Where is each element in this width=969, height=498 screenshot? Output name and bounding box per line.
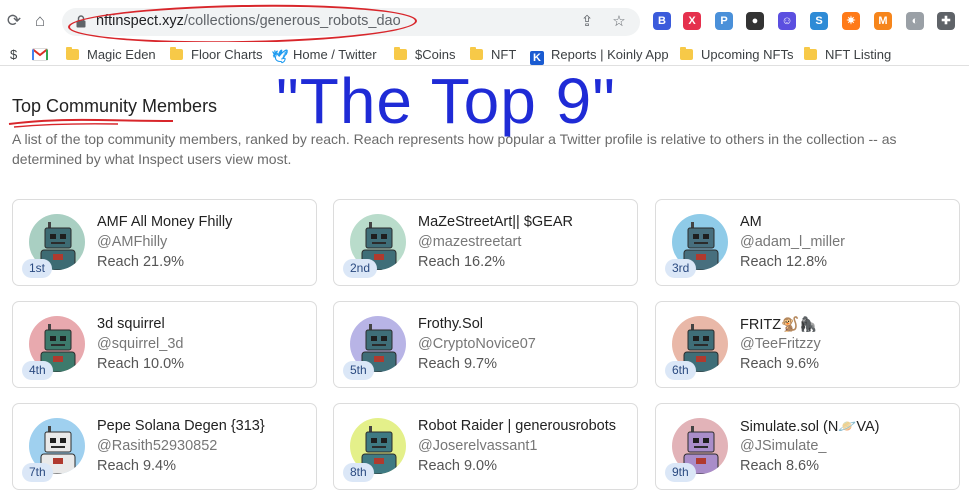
extensions-puzzle-icon[interactable]: ✚ <box>937 12 955 30</box>
dark-circle-extension-icon[interactable]: ● <box>746 12 764 30</box>
bookmark-label: $Coins <box>415 47 456 62</box>
member-card[interactable]: 6th FRITZ🐒🦍 @TeeFritzzy Reach 9.6% <box>655 301 960 388</box>
bookmark-twitter[interactable]: 🕊 Home / Twitter <box>272 46 377 64</box>
member-name[interactable]: Simulate.sol (N🪐VA) <box>740 418 879 435</box>
member-reach: Reach 8.6% <box>740 458 819 474</box>
member-reach: Reach 12.8% <box>740 254 828 270</box>
member-name[interactable]: Robot Raider | generousrobots <box>418 418 616 434</box>
folder-icon <box>394 47 407 60</box>
member-card[interactable]: 1st AMF All Money Fhilly @AMFhilly Reach 21… <box>12 199 317 286</box>
home-icon[interactable]: ⌂ <box>30 11 50 31</box>
bookmark-label: NFT <box>491 47 517 62</box>
page-description: A list of the top community members, ran… <box>12 131 897 167</box>
toggle-extension-icon[interactable]: ◐ <box>906 12 924 30</box>
rank-badge: 3rd <box>665 259 697 278</box>
member-card[interactable]: 7th Pepe Solana Degen {313} @Rasith5293085… <box>12 403 317 490</box>
browser-toolbar: ⟳ ⌂ nftinspect.xyz/collections/generous_… <box>0 0 969 47</box>
folder-icon <box>470 47 483 60</box>
bookmark-label: Upcoming NFTs <box>701 47 794 62</box>
bank-extension-icon[interactable]: B <box>653 12 671 30</box>
member-handle[interactable]: @AMFhilly <box>97 234 167 250</box>
member-name[interactable]: FRITZ🐒🦍 <box>740 316 817 333</box>
member-reach: Reach 9.7% <box>418 356 497 372</box>
member-card[interactable]: 8th Robot Raider | generousrobots @Joserel… <box>333 403 638 490</box>
folder-icon <box>680 47 693 60</box>
member-reach: Reach 16.2% <box>418 254 506 270</box>
member-handle[interactable]: @adam_l_miller <box>740 234 845 250</box>
share-icon[interactable]: ⇪ <box>577 12 597 32</box>
bookmark-label: Magic Eden <box>87 47 156 62</box>
twitter-icon: 🕊 <box>272 49 289 64</box>
rank-badge: 5th <box>343 361 374 380</box>
rank-badge: 9th <box>665 463 696 482</box>
bookmark-dollar[interactable]: $ <box>10 46 17 64</box>
rank-badge: 8th <box>343 463 374 482</box>
member-name[interactable]: AMF All Money Fhilly <box>97 214 232 230</box>
member-name[interactable]: 3d squirrel <box>97 316 165 332</box>
member-handle[interactable]: @mazestreetart <box>418 234 521 250</box>
bookmark-coins[interactable]: $Coins <box>394 46 455 64</box>
page-title: Top Community Members <box>12 96 218 116</box>
folder-icon <box>66 47 79 60</box>
member-card[interactable]: 3rd AM @adam_l_miller Reach 12.8% <box>655 199 960 286</box>
member-reach: Reach 21.9% <box>97 254 185 270</box>
bookmark-gmail[interactable] <box>32 46 48 64</box>
title-underline-annotation <box>8 118 174 128</box>
gmail-icon <box>32 48 48 61</box>
folder-icon <box>170 47 183 60</box>
member-reach: Reach 10.0% <box>97 356 185 372</box>
bookmark-label: NFT Listing <box>825 47 892 62</box>
rank-badge: 7th <box>22 463 53 482</box>
member-card[interactable]: 9th Simulate.sol (N🪐VA) @JSimulate_ Reach 8… <box>655 403 960 490</box>
rank-badge: 1st <box>22 259 53 278</box>
bookmark-label: Floor Charts <box>191 47 263 62</box>
bookmark-nft-listing[interactable]: NFT Listing <box>804 46 891 64</box>
smile-extension-icon[interactable]: ☺ <box>778 12 796 30</box>
member-handle[interactable]: @Rasith52930852 <box>97 438 217 454</box>
koinly-icon: K <box>530 51 544 65</box>
member-card[interactable]: 2nd MaZeStreetArt|| $GEAR @mazestreetart Re… <box>333 199 638 286</box>
member-name[interactable]: MaZeStreetArt|| $GEAR <box>418 214 573 230</box>
member-handle[interactable]: @squirrel_3d <box>97 336 183 352</box>
rank-badge: 6th <box>665 361 696 380</box>
bookmark-star-icon[interactable]: ☆ <box>609 12 629 32</box>
member-card[interactable]: 4th 3d squirrel @squirrel_3d Reach 10.0% <box>12 301 317 388</box>
x-extension-icon[interactable]: X <box>683 12 701 30</box>
bookmark-label: Reports | Koinly App <box>551 47 669 62</box>
member-reach: Reach 9.4% <box>97 458 176 474</box>
bookmark-koinly[interactable]: K Reports | Koinly App <box>530 46 669 65</box>
member-handle[interactable]: @JSimulate_ <box>740 438 826 454</box>
member-handle[interactable]: @TeeFritzzy <box>740 336 821 352</box>
member-reach: Reach 9.6% <box>740 356 819 372</box>
bookmark-magic-eden[interactable]: Magic Eden <box>66 46 156 64</box>
bookmark-upcoming-nfts[interactable]: Upcoming NFTs <box>680 46 793 64</box>
bookmark-label: Home / Twitter <box>293 47 377 62</box>
bookmark-nft[interactable]: NFT <box>470 46 516 64</box>
rank-badge: 2nd <box>343 259 378 278</box>
member-name[interactable]: Frothy.Sol <box>418 316 483 332</box>
spark-extension-icon[interactable]: ✷ <box>842 12 860 30</box>
folder-icon <box>804 47 817 60</box>
top-nine-annotation: "The Top 9" <box>276 65 616 137</box>
puzzle-extension-icon[interactable]: P <box>715 12 733 30</box>
member-handle[interactable]: @CryptoNovice07 <box>418 336 536 352</box>
member-card[interactable]: 5th Frothy.Sol @CryptoNovice07 Reach 9.7% <box>333 301 638 388</box>
member-name[interactable]: Pepe Solana Degen {313} <box>97 418 265 434</box>
member-name[interactable]: AM <box>740 214 762 230</box>
bookmark-floor-charts[interactable]: Floor Charts <box>170 46 263 64</box>
member-handle[interactable]: @Joserelvassant1 <box>418 438 538 454</box>
s-extension-icon[interactable]: S <box>810 12 828 30</box>
reload-icon[interactable]: ⟳ <box>4 11 24 31</box>
metamask-fox-icon[interactable]: M <box>874 12 892 30</box>
bookmarks-bar: $ Magic Eden Floor Charts 🕊 Home / Twitte… <box>0 42 969 66</box>
rank-badge: 4th <box>22 361 53 380</box>
member-reach: Reach 9.0% <box>418 458 497 474</box>
bookmark-label: $ <box>10 47 18 62</box>
